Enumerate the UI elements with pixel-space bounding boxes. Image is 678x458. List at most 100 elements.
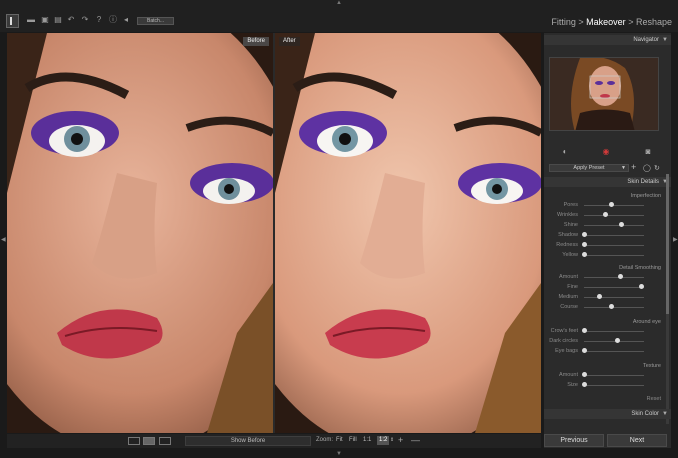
- slider-label: Eye bags: [555, 348, 578, 354]
- slider-knob[interactable]: [618, 222, 624, 227]
- slider-label: Medium: [558, 294, 578, 300]
- slider-track[interactable]: [584, 235, 644, 236]
- eye-mode-icon[interactable]: ◉: [601, 147, 611, 157]
- info-icon[interactable]: ⓘ: [108, 15, 118, 25]
- zoom-fill[interactable]: Fill: [349, 437, 357, 443]
- slider-label: Course: [560, 304, 578, 310]
- right-panel-arrow-icon[interactable]: ▶: [673, 236, 678, 243]
- slider-track[interactable]: [584, 297, 644, 298]
- collapse-top-arrow-icon[interactable]: ▲: [336, 0, 342, 6]
- add-preset-icon[interactable]: +: [631, 162, 636, 172]
- single-view-icon[interactable]: [128, 437, 140, 445]
- slider-track[interactable]: [584, 245, 644, 246]
- undo-icon[interactable]: ↶: [66, 15, 76, 25]
- stacked-view-icon[interactable]: [159, 437, 171, 445]
- scrollbar-thumb[interactable]: [666, 174, 669, 314]
- redo-icon[interactable]: ↷: [80, 15, 90, 25]
- navigator-header[interactable]: Navigator ▼: [544, 35, 671, 45]
- split-view-icon[interactable]: [143, 437, 155, 445]
- next-button[interactable]: Next: [607, 434, 667, 447]
- step-fitting[interactable]: Fitting: [551, 17, 576, 27]
- zoom-out-button[interactable]: —: [411, 435, 420, 445]
- imperfection-slider-row: Shine: [544, 220, 671, 230]
- before-image[interactable]: Before: [7, 33, 273, 433]
- before-label: Before: [243, 37, 269, 46]
- slider-knob[interactable]: [581, 372, 587, 377]
- slider-track[interactable]: [584, 331, 644, 332]
- show-before-button[interactable]: Show Before: [185, 436, 311, 446]
- slider-knob[interactable]: [617, 274, 623, 279]
- save-as-icon[interactable]: ▤: [53, 15, 63, 25]
- left-panel-arrow-icon[interactable]: ◀: [1, 236, 6, 243]
- step-makeover[interactable]: Makeover: [586, 17, 626, 27]
- reset-button[interactable]: Reset: [647, 396, 661, 402]
- slider-knob[interactable]: [581, 328, 587, 333]
- zoom-fit[interactable]: Fit: [336, 437, 343, 443]
- slider-track[interactable]: [584, 351, 644, 352]
- help-icon[interactable]: ?: [94, 15, 104, 25]
- slider-label: Yellow: [562, 252, 578, 258]
- mask-mode-icon[interactable]: ◙: [643, 147, 653, 157]
- imperfection-slider-row: Redness: [544, 240, 671, 250]
- slider-track[interactable]: [584, 225, 644, 226]
- zoom-stepper-icon[interactable]: ⇕: [390, 437, 394, 443]
- collapse-bottom-arrow-icon[interactable]: ▼: [336, 451, 342, 457]
- around-eye-slider-row: Crow's feet: [544, 326, 671, 336]
- around-eye-slider-row: Eye bags: [544, 346, 671, 356]
- slider-track[interactable]: [584, 375, 644, 376]
- slider-track[interactable]: [584, 205, 644, 206]
- batch-button[interactable]: Batch...: [137, 17, 174, 25]
- slider-track[interactable]: [584, 255, 644, 256]
- app-logo: [6, 14, 19, 28]
- slider-knob[interactable]: [581, 232, 587, 237]
- mode-icons: ◐ ◉ ◙: [544, 146, 671, 158]
- panel-scrollbar[interactable]: [666, 174, 669, 424]
- step-separator: >: [578, 17, 584, 27]
- slider-knob[interactable]: [581, 252, 587, 257]
- after-image[interactable]: After: [275, 33, 541, 433]
- slider-knob[interactable]: [581, 348, 587, 353]
- slider-label: Redness: [556, 242, 578, 248]
- dropdown-arrow-icon: ▼: [621, 165, 626, 171]
- image-viewer[interactable]: Before After: [7, 33, 541, 433]
- zoom-1-1[interactable]: 1:1: [363, 437, 371, 443]
- skin-details-header[interactable]: Skin Details ▼: [544, 177, 671, 187]
- open-folder-icon[interactable]: ▬: [26, 15, 36, 25]
- navigator-thumbnail[interactable]: [549, 57, 659, 131]
- slider-label: Amount: [559, 274, 578, 280]
- navigator-title: Navigator: [633, 37, 659, 43]
- skin-details-title: Skin Details: [627, 179, 659, 185]
- step-reshape[interactable]: Reshape: [636, 17, 672, 27]
- slider-knob[interactable]: [602, 212, 608, 217]
- slider-track[interactable]: [584, 215, 644, 216]
- slider-label: Amount: [559, 372, 578, 378]
- detail-slider-row: Amount: [544, 272, 671, 282]
- previous-button[interactable]: Previous: [544, 434, 604, 447]
- slider-knob[interactable]: [581, 242, 587, 247]
- after-label: After: [279, 37, 300, 46]
- apply-preset-label: Apply Preset: [573, 165, 605, 171]
- face-mode-icon[interactable]: ◐: [560, 147, 570, 157]
- slider-knob[interactable]: [639, 284, 645, 289]
- chevron-down-icon: ▼: [662, 37, 668, 43]
- share-icon[interactable]: ◂: [121, 15, 131, 25]
- zoom-in-button[interactable]: +: [398, 435, 403, 445]
- slider-track[interactable]: [584, 341, 644, 342]
- slider-label: Pores: [563, 202, 578, 208]
- skin-color-header[interactable]: Skin Color ▼: [544, 409, 671, 419]
- slider-knob[interactable]: [581, 382, 587, 387]
- preset-settings-icon[interactable]: ◯: [643, 164, 651, 172]
- slider-track[interactable]: [584, 385, 644, 386]
- slider-knob[interactable]: [615, 338, 621, 343]
- slider-knob[interactable]: [608, 304, 614, 309]
- slider-knob[interactable]: [596, 294, 602, 299]
- slider-track[interactable]: [584, 307, 644, 308]
- slider-knob[interactable]: [608, 202, 614, 207]
- slider-track[interactable]: [584, 277, 644, 278]
- save-icon[interactable]: ▣: [40, 15, 50, 25]
- slider-track[interactable]: [584, 287, 644, 288]
- refresh-preset-icon[interactable]: ↻: [654, 164, 660, 172]
- zoom-1-2[interactable]: 1:2: [377, 436, 390, 445]
- apply-preset-dropdown[interactable]: Apply Preset ▼: [549, 164, 629, 172]
- imperfection-slider-row: Wrinkles: [544, 210, 671, 220]
